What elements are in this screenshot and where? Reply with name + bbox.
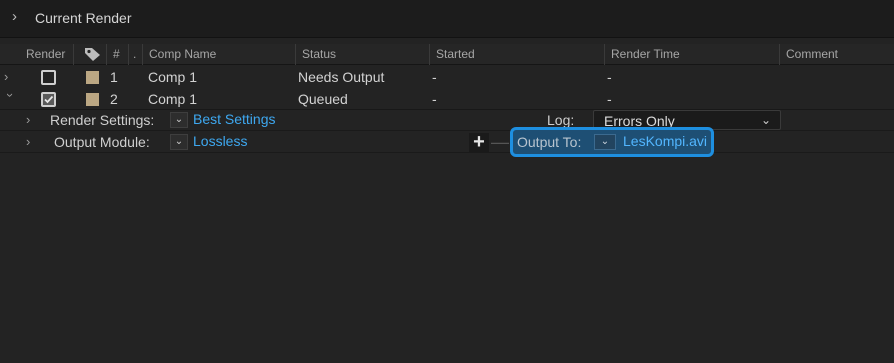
item-started: -	[432, 69, 437, 85]
render-queue-item-2[interactable]: › 2 Comp 1 Queued - -	[0, 88, 894, 110]
item-render-time: -	[607, 69, 612, 85]
label-color-swatch[interactable]	[86, 71, 99, 84]
chevron-down-icon[interactable]: ⌄	[594, 134, 616, 150]
render-settings-link[interactable]: Best Settings	[193, 109, 276, 131]
column-render-time[interactable]: Render Time	[604, 44, 779, 65]
chevron-down-icon: ⌄	[760, 113, 771, 127]
render-settings-label: Render Settings:	[50, 112, 155, 128]
output-module-row: › Output Module: ⌄ Lossless + —	[0, 131, 894, 153]
item-number: 2	[110, 91, 118, 107]
render-queue-item-1[interactable]: › 1 Comp 1 Needs Output - -	[0, 66, 894, 88]
column-comp-name[interactable]: Comp Name	[142, 44, 295, 65]
item-started: -	[432, 91, 437, 107]
item-comp-name: Comp 1	[148, 91, 198, 107]
column-dot[interactable]: .	[128, 44, 142, 65]
column-header-row: Render # . Comp Name Status Started Rend…	[0, 44, 894, 65]
output-module-link[interactable]: Lossless	[193, 131, 247, 153]
checkmark-icon	[44, 95, 54, 104]
plus-icon[interactable]: +	[469, 132, 489, 152]
column-comment[interactable]: Comment	[779, 44, 894, 65]
panel-header: › Current Render	[0, 0, 894, 38]
item-render-time: -	[607, 91, 612, 107]
tag-icon	[85, 48, 100, 61]
item-number: 1	[110, 69, 118, 85]
item-status: Needs Output	[298, 69, 385, 85]
output-module-label: Output Module:	[54, 134, 150, 150]
render-settings-row: › Render Settings: ⌄ Best Settings Log: …	[0, 109, 894, 131]
item-comp-name: Comp 1	[148, 69, 198, 85]
column-number[interactable]: #	[106, 44, 128, 65]
output-to-file-link[interactable]: LesKompi.avi	[623, 131, 707, 153]
column-started[interactable]: Started	[429, 44, 604, 65]
chevron-right-icon[interactable]: ›	[26, 112, 30, 128]
render-checkbox[interactable]	[41, 92, 56, 107]
chevron-right-icon[interactable]: ›	[12, 9, 24, 25]
item-status: Queued	[298, 91, 348, 107]
panel-title: Current Render	[35, 10, 132, 26]
label-color-swatch[interactable]	[86, 93, 99, 106]
chevron-down-icon[interactable]: ›	[2, 93, 18, 105]
chevron-right-icon[interactable]: ›	[4, 69, 16, 85]
column-label[interactable]	[73, 44, 106, 65]
chevron-down-icon[interactable]: ⌄	[170, 134, 188, 150]
output-to-label: Output To:	[517, 134, 582, 150]
chevron-right-icon[interactable]: ›	[26, 134, 30, 150]
column-status[interactable]: Status	[295, 44, 429, 65]
render-checkbox[interactable]	[41, 70, 56, 85]
chevron-down-icon[interactable]: ⌄	[170, 112, 188, 128]
column-render[interactable]: Render	[20, 44, 73, 65]
minus-icon[interactable]: —	[490, 133, 510, 152]
